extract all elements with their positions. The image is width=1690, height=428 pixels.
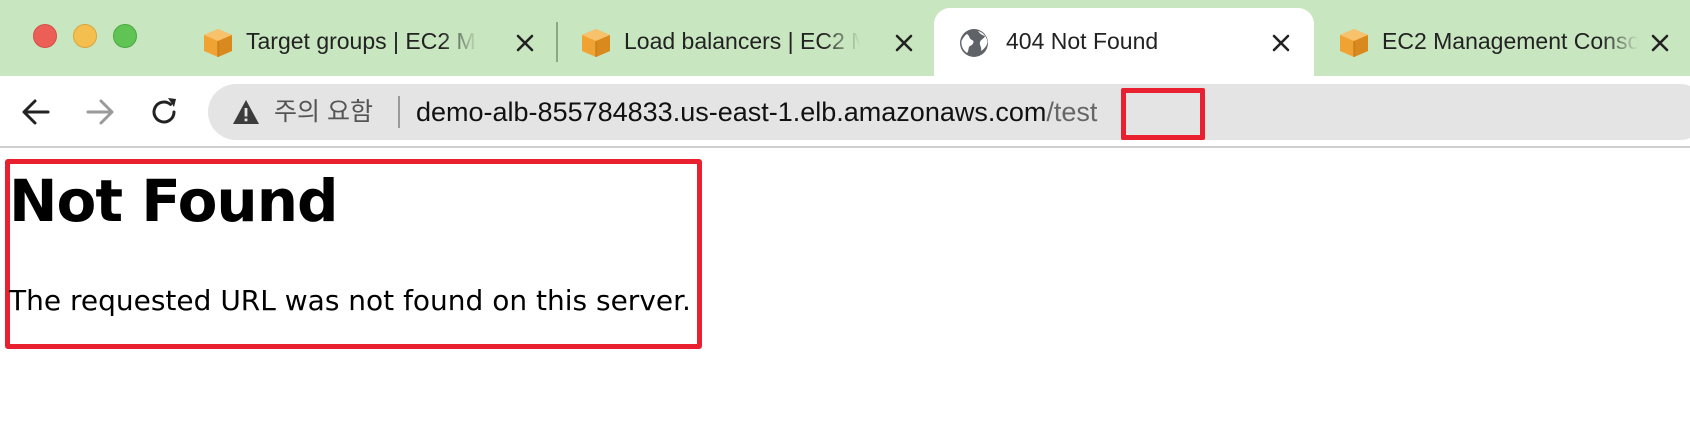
- close-tab-button[interactable]: [889, 28, 919, 58]
- tab-404-not-found[interactable]: 404 Not Found: [934, 8, 1314, 76]
- page-title: Not Found: [9, 167, 339, 235]
- browser-window: Target groups | EC2 Management Console L…: [0, 0, 1690, 428]
- tab-title: Load balancers | EC2 Management Console: [624, 24, 860, 58]
- close-icon: [1272, 34, 1290, 52]
- maximize-window-button[interactable]: [113, 24, 137, 48]
- tab-title: Target groups | EC2 Management Console: [246, 24, 478, 58]
- security-status-label[interactable]: 주의 요함: [274, 95, 373, 129]
- forward-button[interactable]: [80, 92, 120, 132]
- page-content: Not Found The requested URL was not foun…: [0, 150, 1690, 428]
- close-tab-button[interactable]: [1266, 28, 1296, 58]
- tab-title: 404 Not Found: [1006, 28, 1159, 54]
- tab-target-groups[interactable]: Target groups | EC2 Management Console: [178, 8, 546, 76]
- close-window-button[interactable]: [33, 24, 57, 48]
- address-divider: [398, 96, 400, 128]
- tab-strip: Target groups | EC2 Management Console L…: [0, 0, 1690, 76]
- close-icon: [516, 34, 534, 52]
- close-icon: [895, 34, 913, 52]
- tab-title: EC2 Management Console: [1382, 24, 1638, 58]
- arrow-right-icon: [86, 99, 114, 125]
- url-text[interactable]: demo-alb-855784833.us-east-1.elb.amazona…: [416, 94, 1097, 130]
- url-path: /test: [1046, 97, 1098, 127]
- tab-load-balancers[interactable]: Load balancers | EC2 Management Console: [556, 8, 924, 76]
- tab-ec2-management-console[interactable]: EC2 Management Console: [1314, 8, 1690, 76]
- warning-icon[interactable]: [232, 99, 260, 125]
- minimize-window-button[interactable]: [73, 24, 97, 48]
- reload-icon: [152, 98, 176, 124]
- aws-box-icon: [582, 29, 610, 57]
- browser-toolbar: 주의 요함 demo-alb-855784833.us-east-1.elb.a…: [0, 76, 1690, 148]
- url-path-highlight: [1121, 88, 1205, 140]
- aws-box-icon: [1340, 29, 1368, 57]
- reload-button[interactable]: [144, 92, 184, 132]
- close-icon: [1651, 34, 1669, 52]
- close-tab-button[interactable]: [510, 28, 540, 58]
- back-button[interactable]: [16, 92, 56, 132]
- close-tab-button[interactable]: [1645, 28, 1675, 58]
- url-host: demo-alb-855784833.us-east-1.elb.amazona…: [416, 97, 1047, 127]
- globe-icon: [960, 29, 988, 57]
- arrow-left-icon: [22, 99, 50, 125]
- error-message: The requested URL was not found on this …: [9, 284, 691, 317]
- aws-box-icon: [204, 29, 232, 57]
- address-bar[interactable]: 주의 요함 demo-alb-855784833.us-east-1.elb.a…: [208, 84, 1690, 140]
